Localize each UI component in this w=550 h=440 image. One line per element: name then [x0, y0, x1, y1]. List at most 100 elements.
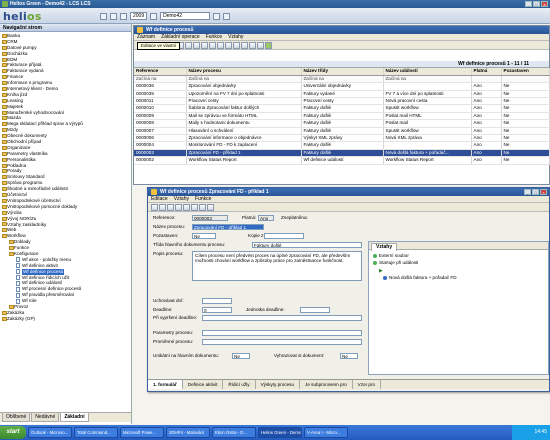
field-unikatni[interactable]: Ne — [232, 353, 250, 359]
field-nazev-procesu[interactable]: Zpracování FD - příklad 1 — [192, 224, 264, 230]
column-header[interactable]: Platná — [471, 68, 502, 76]
menu-dialog-funkce[interactable]: Funkce — [195, 196, 211, 202]
taskbar-button[interactable]: Microsoft Powe... — [120, 427, 164, 438]
close-button[interactable]: × — [541, 1, 548, 7]
find-icon[interactable] — [201, 41, 208, 49]
calendar-icon[interactable] — [120, 12, 127, 20]
filter-cell[interactable] — [501, 75, 550, 84]
dialog-save-icon[interactable] — [151, 203, 158, 211]
column-header[interactable]: Pozastaven — [501, 68, 550, 76]
edit-in-window-icon[interactable] — [265, 41, 272, 49]
refresh-icon[interactable] — [213, 12, 221, 20]
tab-basic[interactable]: Základní — [60, 413, 89, 422]
dialog-close-button[interactable]: × — [540, 189, 547, 195]
taskbar-button[interactable]: 2DHP4 - Malování — [166, 427, 210, 438]
menu-vztahy[interactable]: Vztahy — [228, 34, 243, 40]
tab-definice-aktivit[interactable]: Definice aktivit — [183, 380, 224, 389]
home-icon[interactable] — [150, 12, 158, 20]
field-kopie[interactable] — [264, 233, 304, 239]
chart-icon[interactable] — [249, 41, 256, 49]
field-uchovavat[interactable] — [202, 298, 232, 304]
back-button[interactable] — [100, 12, 107, 20]
taskbar-button[interactable]: Ekon Ostra - D... — [212, 427, 256, 438]
sort-icon[interactable] — [193, 41, 200, 49]
maximize-button[interactable]: □ — [533, 1, 540, 7]
filter-cell[interactable]: Začíná na — [186, 75, 302, 84]
field-trida[interactable]: Faktury došlé — [252, 242, 362, 248]
refresh-list-icon[interactable] — [225, 41, 232, 49]
filter-cell[interactable]: Začíná na — [134, 75, 187, 84]
taskbar-button[interactable]: Outlook - Microso... — [28, 427, 72, 438]
mail-icon[interactable] — [257, 41, 264, 49]
field-parametry[interactable] — [202, 330, 362, 336]
field-vyhrazovat[interactable]: Ne — [340, 353, 358, 359]
field-deadline[interactable]: 0 — [202, 307, 232, 313]
minimize-button[interactable]: _ — [525, 1, 532, 7]
dialog-first-icon[interactable] — [167, 203, 174, 211]
menu-dialog-vztahy[interactable]: Vztahy — [174, 196, 189, 202]
start-button[interactable]: start — [0, 426, 26, 439]
taskbar-button[interactable]: V-Area I - Micro... — [304, 427, 348, 438]
column-header[interactable]: Název třídy — [301, 68, 384, 76]
tab-favorites[interactable]: Oblíbené — [2, 413, 31, 422]
field-promenne[interactable] — [202, 339, 362, 345]
filter-cell[interactable]: Začíná na — [383, 75, 472, 84]
table-row[interactable]: 0000035 Upozornění na FV 7 dní po splatno… — [134, 90, 550, 98]
filter-icon[interactable] — [185, 41, 192, 49]
column-header[interactable]: Reference — [134, 68, 187, 76]
field-reference[interactable]: 0000003 — [192, 215, 228, 221]
menu-zakladni-operace[interactable]: Základní operace — [161, 34, 200, 40]
menu-editace[interactable]: Editace — [151, 196, 168, 202]
dialog-next-icon[interactable] — [183, 203, 190, 211]
navigation-tree[interactable]: +Banka+CRM+Datové pumpy+Docházka+EDM+Fak… — [0, 33, 131, 411]
relation-start-event[interactable]: Startuje při události — [373, 260, 418, 266]
menu-zaznam[interactable]: Záznam — [137, 34, 155, 40]
export-icon[interactable] — [209, 41, 216, 49]
field-popis[interactable]: Cílem procesu není předvést proces na úp… — [192, 251, 362, 281]
field-platna[interactable]: Ano — [258, 215, 274, 221]
field-pri-vyprseni[interactable] — [202, 315, 362, 321]
tab-subprocesem[interactable]: Je subprocesem pro — [300, 380, 353, 389]
table-row[interactable]: 0000009 Mail se zprávou ve formátu HTML Fa… — [134, 112, 550, 121]
table-row[interactable]: 0000003 Zpracování FD - příklad 1 Faktury … — [134, 149, 550, 158]
tab-formular[interactable]: 1. formulář — [148, 380, 183, 389]
table-row[interactable]: 0000036 Zpracování objednávky Univerzální … — [134, 82, 550, 91]
settings-icon[interactable] — [233, 41, 240, 49]
tab-vzor-pro[interactable]: Vzor pro — [353, 380, 382, 389]
year-selector[interactable]: 2009 — [130, 12, 148, 20]
dialog-minimize-button[interactable]: _ — [524, 189, 531, 195]
dialog-last-icon[interactable] — [191, 203, 198, 211]
dialog-undo-icon[interactable] — [159, 203, 166, 211]
import-icon[interactable] — [217, 41, 224, 49]
dialog-print-icon[interactable] — [199, 203, 206, 211]
field-jednotka-deadline[interactable] — [300, 307, 330, 313]
table-row[interactable]: 0000006 Zpracování informace o objednávce… — [134, 134, 550, 143]
tab-vztahy[interactable]: Vztahy — [371, 243, 398, 251]
forward-button[interactable] — [110, 12, 117, 20]
help-icon[interactable] — [223, 12, 231, 20]
taskbar-button[interactable]: Total Command... — [74, 427, 118, 438]
table-row[interactable]: 0000011 Pracovní cesty Pracovní cesty Nová … — [134, 97, 550, 106]
company-selector[interactable]: Demo42 — [160, 12, 211, 20]
menu-funkce[interactable]: Funkce — [206, 34, 222, 40]
column-header[interactable]: Název procesu — [186, 68, 302, 76]
taskbar-button[interactable]: Helios Green - Demo42 — [258, 427, 302, 438]
table-row[interactable]: 0000010 Šablona Zpracování faktur došlých… — [134, 104, 550, 113]
field-pozastaven[interactable]: Ne — [192, 233, 216, 239]
filter-cell[interactable] — [471, 75, 502, 84]
nav-item[interactable]: +Zakázky (GP) — [0, 316, 131, 322]
tab-recent[interactable]: Nedávné — [31, 413, 60, 422]
table-row[interactable]: 0000004 Monitorování FD - FD k zaplacení F… — [134, 141, 550, 150]
relation-external-file[interactable]: Externí soubor — [373, 253, 409, 259]
table-row[interactable]: 0000002 Workflow Status Report Wf definice… — [134, 156, 550, 165]
tab-vyskyty-procesu[interactable]: Výskyty procesu — [256, 380, 301, 389]
dialog-maximize-button[interactable]: □ — [532, 189, 539, 195]
relation-expand[interactable]: ▶ — [379, 268, 383, 274]
relation-new-invoice-event[interactable]: Nová došlá faktura + pořadač FD — [383, 275, 457, 281]
filter-cell[interactable]: Začíná na — [301, 75, 384, 84]
table-row[interactable]: 0000007 Hlasování o schválení Faktury došl… — [134, 127, 550, 135]
column-header[interactable]: Název událostí — [383, 68, 472, 76]
columns-icon[interactable] — [241, 41, 248, 49]
tab-ridici-uzly[interactable]: Řídicí užly — [223, 380, 256, 389]
dialog-prev-icon[interactable] — [175, 203, 182, 211]
